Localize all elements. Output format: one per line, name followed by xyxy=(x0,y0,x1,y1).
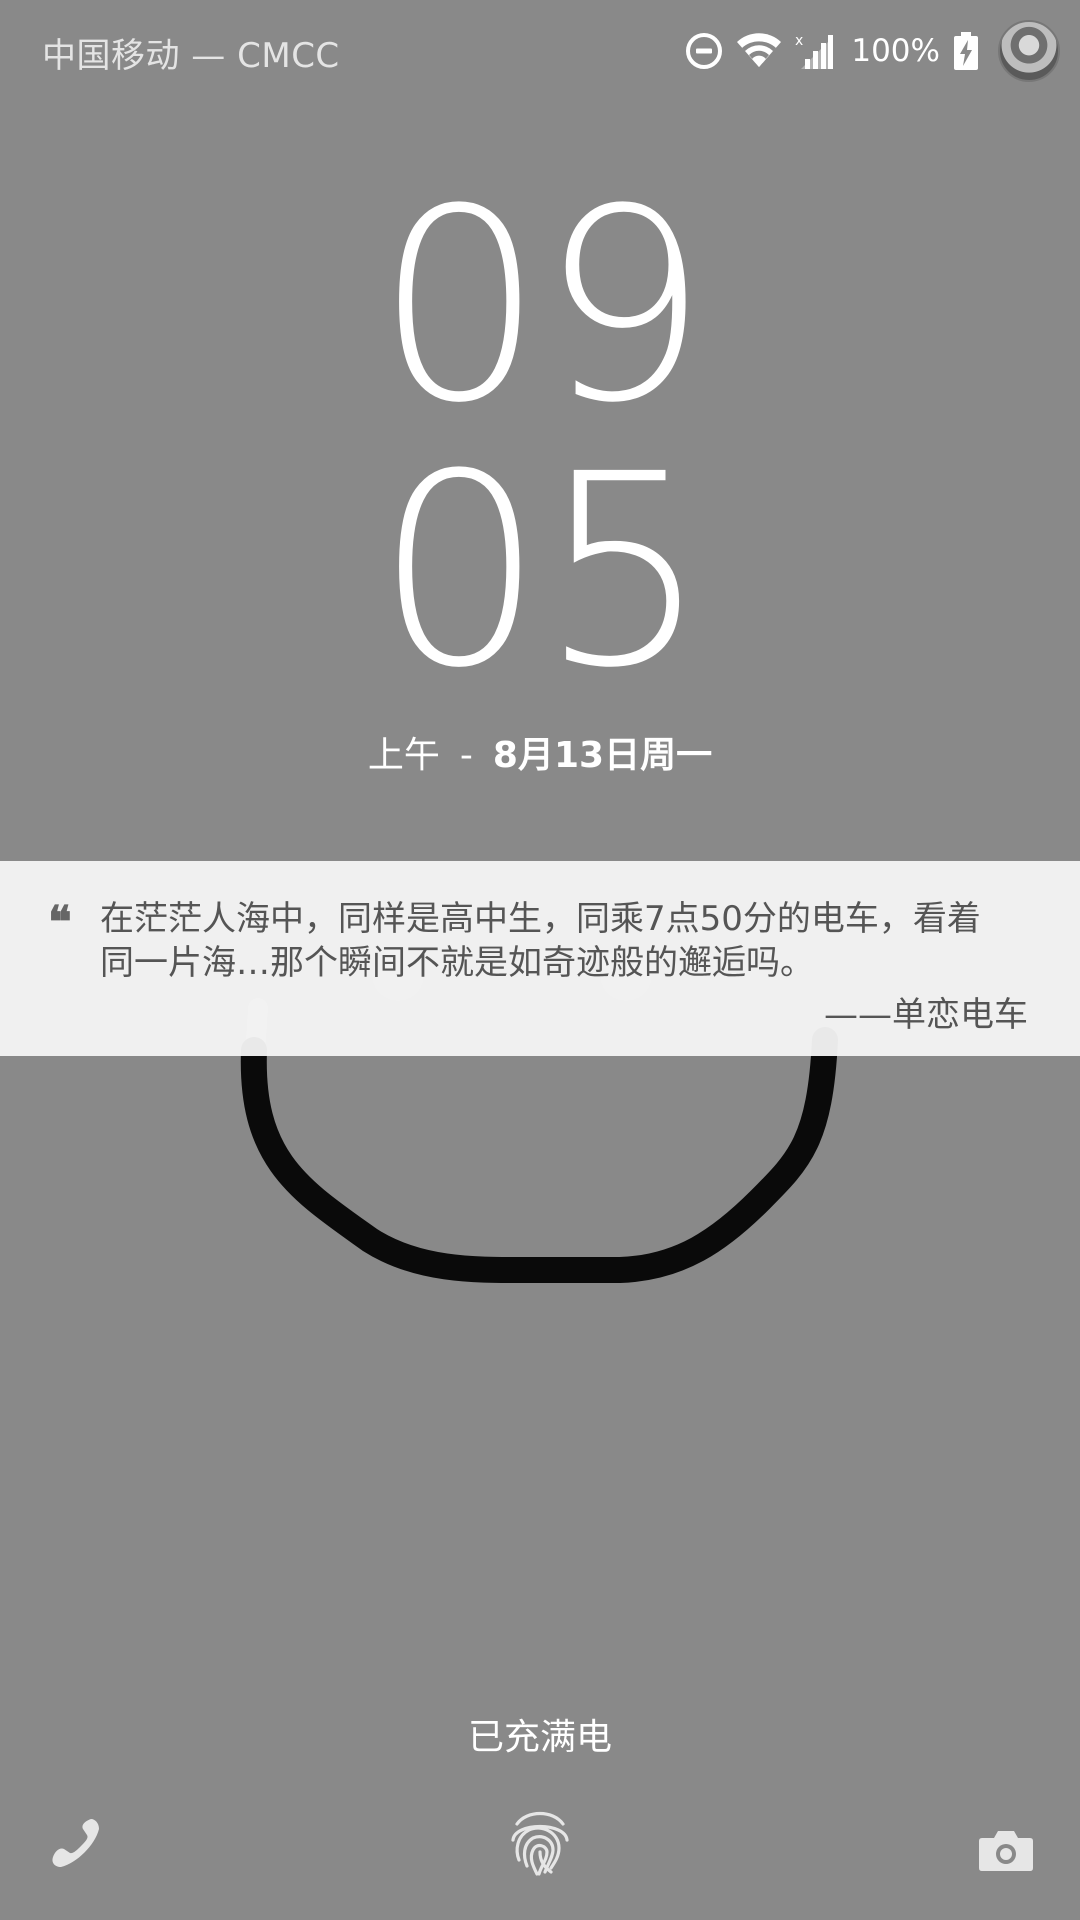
signal-icon: x xyxy=(795,31,835,71)
clock-hour: 09 xyxy=(375,153,708,461)
date-separator: - xyxy=(459,735,473,776)
phone-icon xyxy=(45,1813,105,1877)
status-icons: x 100% xyxy=(685,18,1060,84)
quote-source: ——单恋电车 xyxy=(824,995,1028,1035)
date-line: 上午 -8月13日周一 xyxy=(0,726,1080,778)
carrier-label: 中国移动 — CMCC xyxy=(42,36,340,76)
time-period: 上午 xyxy=(367,735,440,776)
avatar[interactable] xyxy=(998,20,1060,82)
camera-button[interactable] xyxy=(974,1820,1038,1884)
charging-status: 已充满电 xyxy=(467,1717,612,1758)
quote-card[interactable]: ❝ 在茫茫人海中，同样是高中生，同乘7点50分的电车，看着同一片海…那个瞬间不就… xyxy=(0,861,1080,1056)
phone-button[interactable] xyxy=(40,1810,110,1880)
battery-charging-icon xyxy=(954,32,978,70)
dnd-icon xyxy=(685,32,723,70)
quote-text: 在茫茫人海中，同样是高中生，同乘7点50分的电车，看着同一片海…那个瞬间不就是如… xyxy=(100,899,981,983)
wifi-icon xyxy=(737,33,782,69)
svg-text:x: x xyxy=(795,33,803,49)
quote-mark-icon: ❝ xyxy=(48,897,72,948)
camera-icon xyxy=(978,1828,1034,1876)
fingerprint-button[interactable] xyxy=(502,1804,578,1884)
date-text: 8月13日周一 xyxy=(492,735,713,776)
status-bar: 中国移动 — CMCC x 100% xyxy=(0,0,1080,100)
battery-percent: 100% xyxy=(851,33,940,69)
clock-minute: 05 xyxy=(375,418,708,726)
fingerprint-icon xyxy=(507,1806,573,1882)
